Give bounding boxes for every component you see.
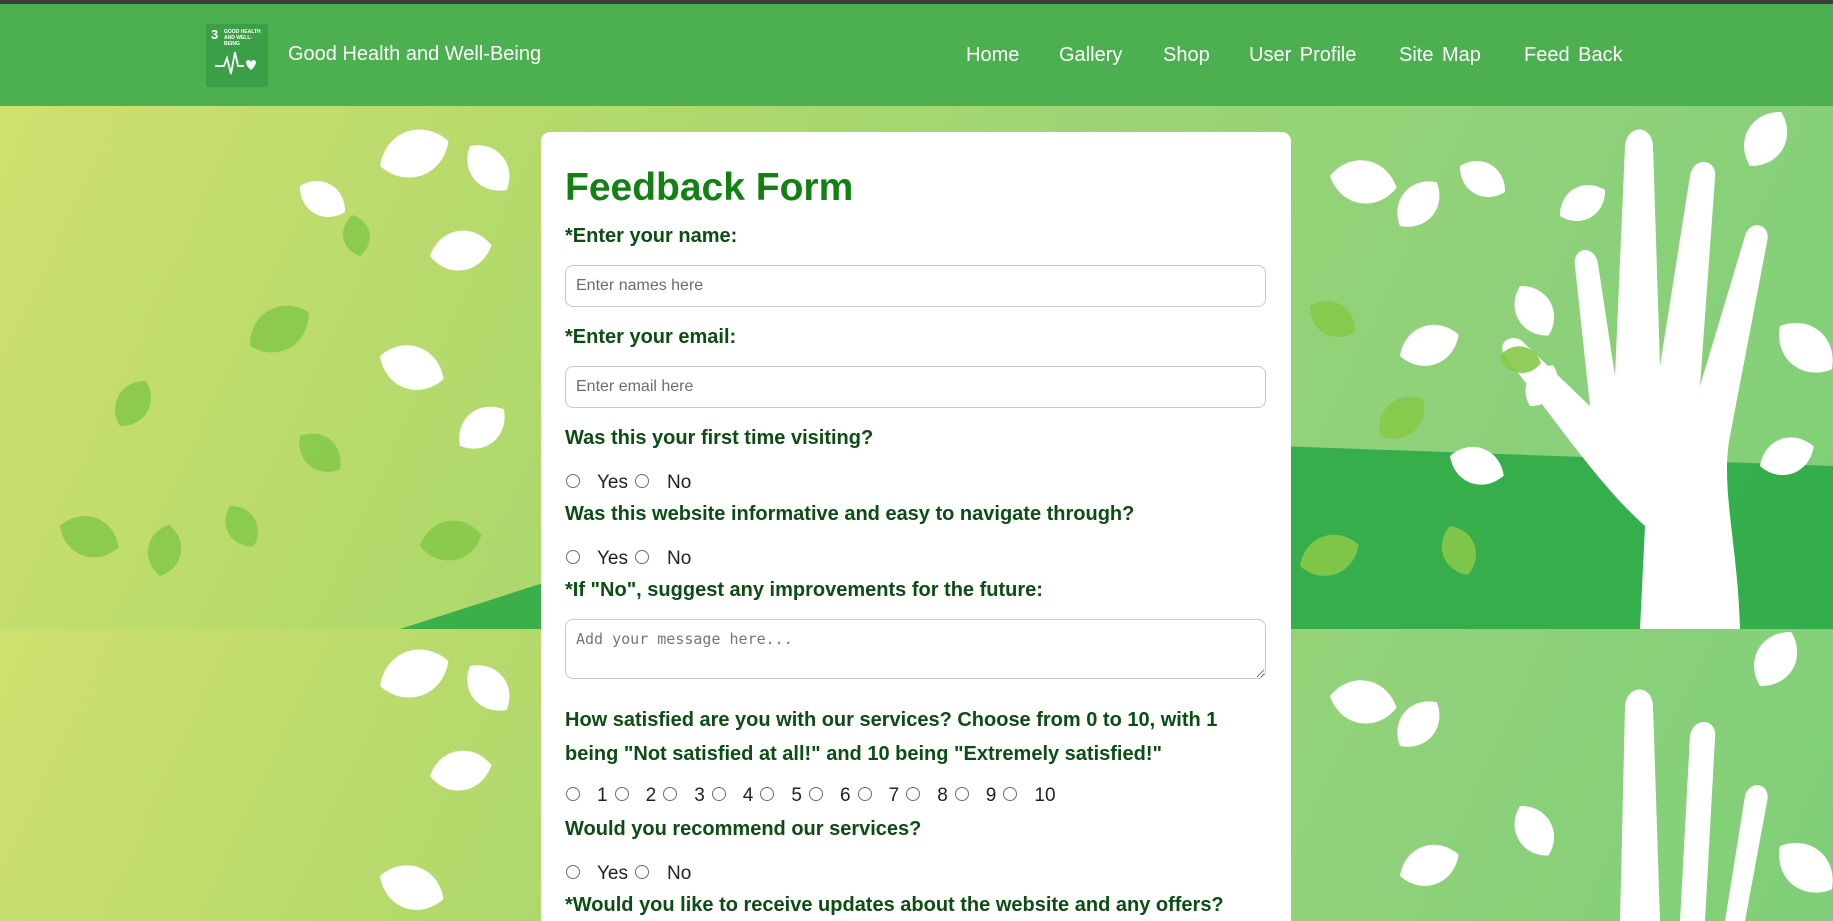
email-label: *Enter your email:: [565, 326, 737, 348]
informative-yes-label: Yes: [597, 548, 628, 569]
logo-number: 3: [211, 27, 219, 42]
satisfaction-radio-3[interactable]: [663, 787, 678, 801]
nav-home[interactable]: Home: [966, 44, 1019, 67]
satisfaction-label-8: 8: [937, 785, 948, 806]
name-input[interactable]: [565, 265, 1266, 307]
satisfaction-radio-1[interactable]: [566, 787, 580, 801]
first-visit-yes-label: Yes: [597, 472, 628, 493]
satisfaction-radio-5[interactable]: [760, 787, 775, 801]
navbar: 3 GOOD HEALTH AND WELL-BEING Good Health…: [0, 4, 1833, 106]
feedback-form-card: Feedback Form *Enter your name: *Enter y…: [541, 132, 1291, 921]
updates-question: *Would you like to receive updates about…: [565, 894, 1224, 916]
satisfaction-label-10: 10: [1034, 785, 1056, 806]
heartbeat-heart-icon: [215, 51, 256, 75]
satisfaction-radio-4[interactable]: [711, 787, 726, 801]
satisfaction-label-6: 6: [840, 785, 851, 806]
satisfaction-question: How satisfied are you with our services?…: [565, 709, 1218, 765]
satisfaction-radio-6[interactable]: [809, 787, 823, 801]
nav-gallery[interactable]: Gallery: [1059, 44, 1122, 67]
first-visit-question: Was this your first time visiting?: [565, 427, 874, 449]
recommend-yes-label: Yes: [597, 863, 628, 884]
nav-user-profile[interactable]: User Profile: [1249, 44, 1356, 67]
satisfaction-label-5: 5: [791, 785, 802, 806]
sdg3-logo[interactable]: 3 GOOD HEALTH AND WELL-BEING: [206, 24, 268, 87]
satisfaction-label-7: 7: [888, 785, 900, 806]
informative-question: Was this website informative and easy to…: [565, 503, 1135, 525]
satisfaction-label-9: 9: [985, 785, 997, 806]
site-title[interactable]: Good Health and Well-Being: [288, 43, 541, 66]
first-visit-no-label: No: [667, 472, 692, 493]
satisfaction-label-3: 3: [694, 785, 705, 806]
satisfaction-label-2: 2: [645, 785, 657, 806]
satisfaction-radio-9[interactable]: [954, 787, 969, 801]
informative-no-label: No: [667, 548, 692, 569]
satisfaction-label-1: 1: [597, 785, 608, 806]
nav-feed-back[interactable]: Feed Back: [1524, 44, 1623, 67]
informative-yes-radio[interactable]: [566, 550, 580, 564]
logo-text: GOOD HEALTH AND WELL-BEING: [224, 29, 261, 47]
first-visit-no-radio[interactable]: [635, 474, 649, 488]
satisfaction-radio-7[interactable]: [857, 787, 872, 801]
informative-no-radio[interactable]: [635, 550, 649, 564]
recommend-no-radio[interactable]: [635, 865, 649, 879]
recommend-question: Would you recommend our services?: [565, 818, 922, 840]
satisfaction-radio-2[interactable]: [614, 787, 629, 801]
nav-site-map[interactable]: Site Map: [1399, 44, 1481, 67]
satisfaction-radio-10[interactable]: [1003, 787, 1018, 801]
nav-shop[interactable]: Shop: [1163, 44, 1210, 67]
recommend-yes-radio[interactable]: [566, 865, 580, 879]
first-visit-yes-radio[interactable]: [566, 474, 580, 488]
email-input[interactable]: [565, 366, 1266, 408]
recommend-no-label: No: [667, 863, 692, 884]
name-label: *Enter your name:: [565, 225, 738, 247]
improvement-message-textarea[interactable]: [565, 619, 1266, 679]
satisfaction-radio-8[interactable]: [906, 787, 921, 801]
satisfaction-label-4: 4: [742, 785, 754, 806]
form-title: Feedback Form: [565, 166, 854, 209]
improvement-label: *If "No", suggest any improvements for t…: [565, 579, 1043, 601]
